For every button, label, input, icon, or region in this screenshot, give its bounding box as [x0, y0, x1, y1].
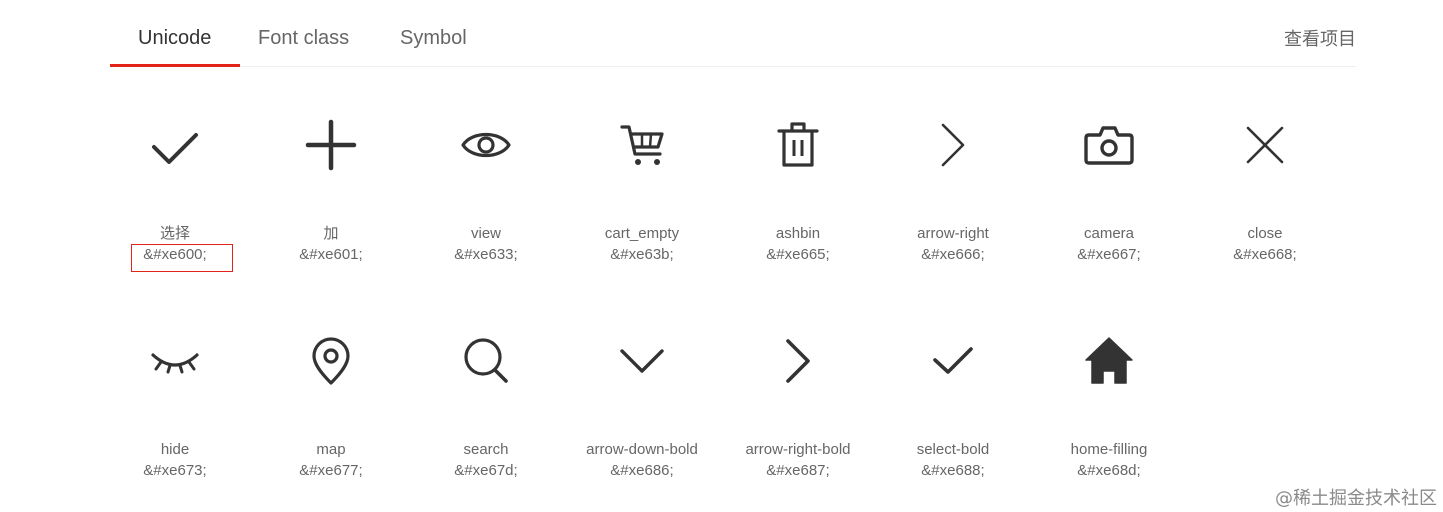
- tab-unicode[interactable]: Unicode: [138, 26, 211, 50]
- icon-name: map: [316, 441, 346, 458]
- icon-name: 加: [323, 225, 339, 242]
- icon-code: &#xe686;: [610, 462, 674, 479]
- icon-name: arrow-right-bold: [745, 441, 851, 458]
- close-icon: [1235, 115, 1295, 175]
- icon-name: 选择: [159, 225, 190, 242]
- icon-code: &#xe633;: [454, 246, 518, 263]
- trash-icon: [768, 115, 828, 175]
- check-bold-icon: [923, 331, 983, 391]
- iconfont-page: Unicode Font class Symbol 查看项目 选择 &#xe60…: [0, 0, 1443, 512]
- eye-icon: [456, 115, 516, 175]
- icon-code: &#xe687;: [766, 462, 830, 479]
- highlight-box: [131, 244, 233, 272]
- plus-icon: [301, 115, 361, 175]
- search-icon: [456, 331, 516, 391]
- chevron-down-icon: [612, 331, 672, 391]
- icon-name: arrow-down-bold: [586, 441, 698, 458]
- icon-name: view: [470, 225, 501, 242]
- icon-name: arrow-right: [917, 225, 989, 242]
- home-filled-icon: [1079, 331, 1139, 391]
- icon-code: &#xe63b;: [610, 246, 674, 263]
- icon-code: &#xe667;: [1077, 246, 1141, 263]
- tabs-bar: Unicode Font class Symbol 查看项目: [110, 0, 1356, 67]
- icon-name: camera: [1083, 225, 1135, 242]
- icon-code: &#xe668;: [1233, 246, 1297, 263]
- watermark: @稀土掘金技术社区: [1275, 488, 1437, 509]
- icon-name: ashbin: [775, 225, 821, 242]
- active-tab-indicator: [110, 64, 240, 67]
- view-project-link[interactable]: 查看项目: [1284, 28, 1356, 52]
- map-pin-icon: [301, 331, 361, 391]
- icon-code: &#xe665;: [766, 246, 830, 263]
- icon-code: &#xe677;: [299, 462, 363, 479]
- camera-icon: [1079, 115, 1139, 175]
- cart-icon: [612, 115, 672, 175]
- check-icon: [145, 115, 205, 175]
- tab-font-class[interactable]: Font class: [258, 26, 349, 50]
- chevron-right-bold-icon: [768, 331, 828, 391]
- icon-code: &#xe68d;: [1077, 462, 1141, 479]
- icon-code: &#xe673;: [143, 462, 207, 479]
- icon-name: close: [1247, 225, 1283, 242]
- icon-name: search: [463, 441, 509, 458]
- icon-code: &#xe688;: [921, 462, 985, 479]
- icon-name: select-bold: [916, 441, 990, 458]
- tab-symbol[interactable]: Symbol: [400, 26, 467, 50]
- icon-name: hide: [160, 441, 190, 458]
- eye-closed-icon: [145, 331, 205, 391]
- icon-name: home-filling: [1070, 441, 1148, 458]
- icon-code: &#xe666;: [921, 246, 985, 263]
- icon-code: &#xe67d;: [454, 462, 518, 479]
- icon-code: &#xe601;: [299, 246, 363, 263]
- icon-name: cart_empty: [604, 225, 680, 242]
- arrow-right-icon: [923, 115, 983, 175]
